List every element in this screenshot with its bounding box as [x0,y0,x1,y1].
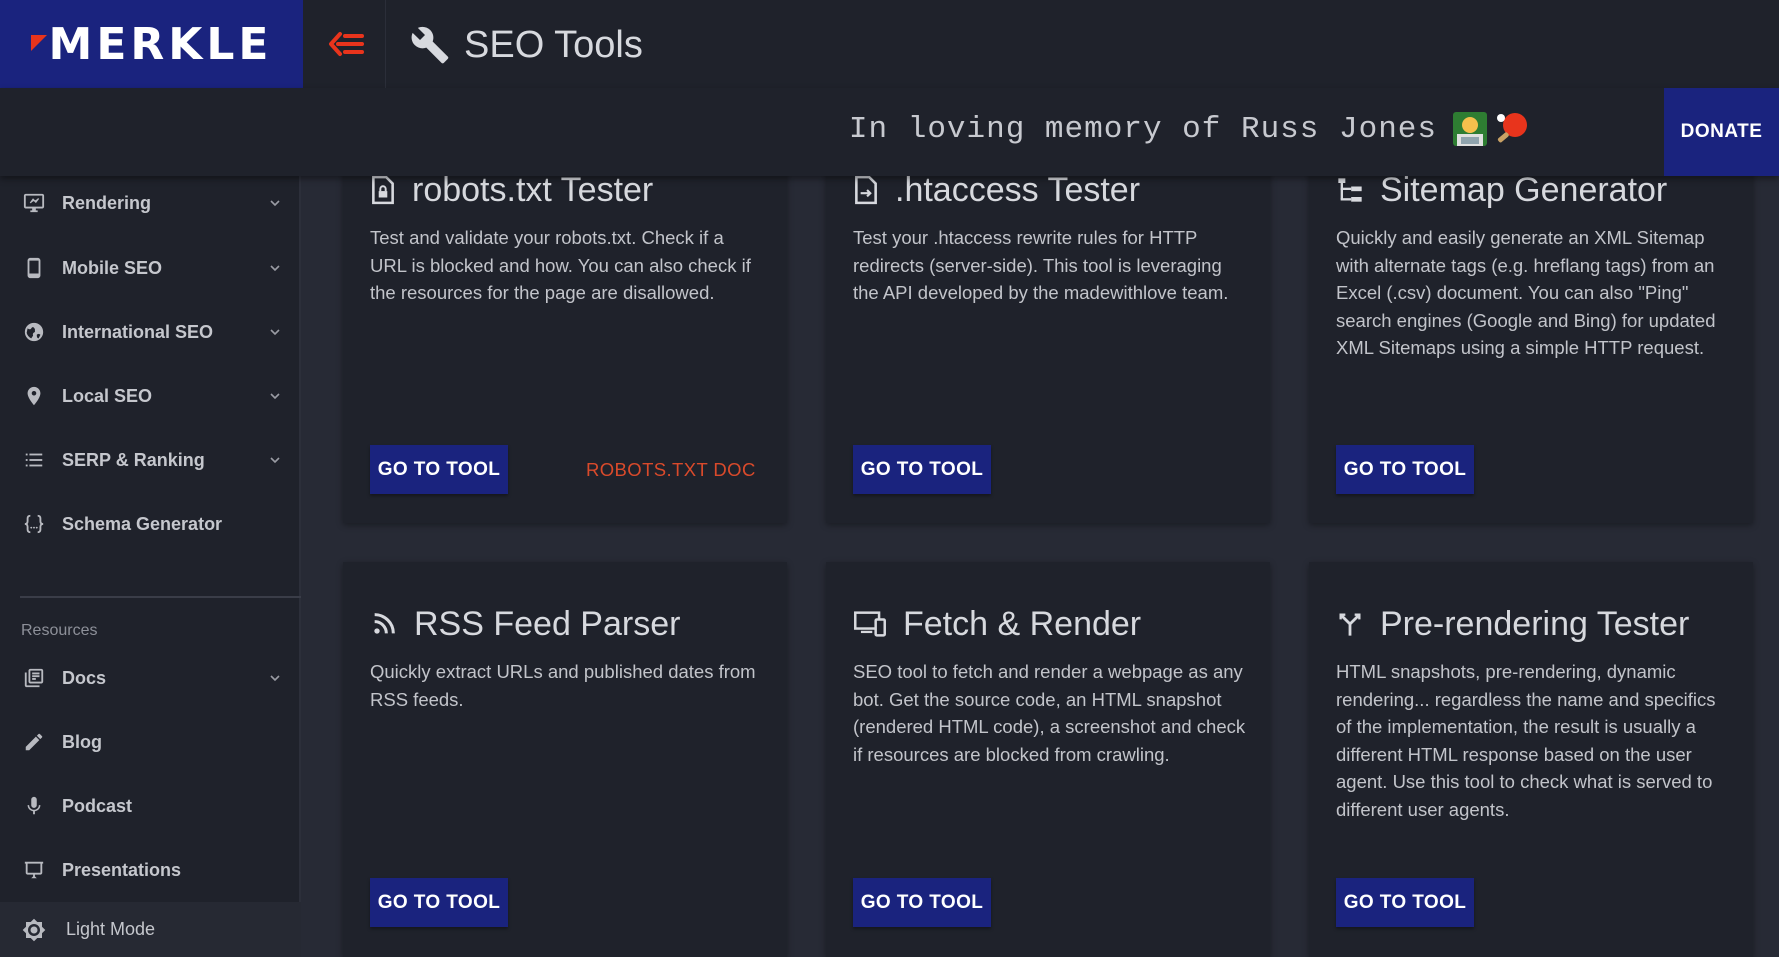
go-to-tool-button[interactable]: GO TO TOOL [370,445,508,494]
chevron-down-icon [268,453,282,467]
card-description: SEO tool to fetch and render a webpage a… [853,661,1246,765]
wrench-icon [411,26,449,64]
memorial-emoji [1451,110,1531,148]
card-description: Quickly and easily generate an XML Sitem… [1336,227,1716,358]
sidebar-item-label: Podcast [62,795,133,816]
chevron-down-icon [268,261,282,275]
sidebar-item-schema-generator[interactable]: Schema Generator [0,496,301,552]
go-to-tool-button[interactable]: GO TO TOOL [1336,445,1474,494]
card-description: Test and validate your robots.txt. Check… [370,227,751,303]
resources-heading: Resources [21,622,98,639]
sidebar-item-serp-ranking[interactable]: SERP & Ranking [0,432,301,488]
card-title-group: Sitemap Generator [1336,170,1667,210]
sidebar-item-docs[interactable]: Docs [0,650,301,706]
sidebar-item-presentations[interactable]: Presentations [0,842,301,898]
collapse-arrow-icon [329,32,364,56]
file-redirect-icon [855,175,877,205]
chevron-down-icon [268,671,282,685]
sidebar-item-local-seo[interactable]: Local SEO [0,368,301,424]
tool-card-prerendering: Pre-rendering Tester HTML snapshots, pre… [1309,562,1753,957]
sidebar-item-label: Schema Generator [62,513,223,534]
card-title: Pre-rendering Tester [1380,604,1690,643]
card-title: robots.txt Tester [412,170,654,209]
sidebar-item-rendering[interactable]: Rendering [0,175,301,231]
globe-icon [22,320,46,344]
chevron-down-icon [268,325,282,339]
brightness-icon [22,918,46,942]
memorial-text: In loving memory of Russ Jones [848,111,1437,147]
ping-pong-emoji-icon [1497,113,1527,143]
memorial-bar: In loving memory of Russ Jones DONATE [0,88,1779,176]
card-title: Sitemap Generator [1380,170,1668,209]
chevron-down-icon [268,196,282,210]
sidebar-divider [20,596,301,598]
devices-icon [854,611,886,637]
memorial-text-group: In loving memory of Russ Jones [849,110,1531,148]
go-to-tool-button[interactable]: GO TO TOOL [1336,878,1474,927]
card-title: .htaccess Tester [895,170,1141,209]
technologist-emoji-icon [1453,112,1487,146]
sidebar-item-label: Docs [62,667,107,688]
top-header: MERKLE SEO Tools [0,0,1779,88]
card-description: Quickly extract URLs and published dates… [370,661,756,710]
donate-button[interactable]: DONATE [1664,88,1779,176]
sidebar-item-blog[interactable]: Blog [0,714,301,770]
go-to-tool-button[interactable]: GO TO TOOL [370,878,508,927]
sidebar-item-label: Local SEO [62,385,153,406]
tool-card-fetch-render: Fetch & Render SEO tool to fetch and ren… [826,562,1270,957]
sidebar-item-label: International SEO [62,321,214,342]
rss-icon [374,613,395,634]
card-title-group: robots.txt Tester [370,170,653,210]
merkle-logo[interactable]: MERKLE [0,0,303,88]
light-mode-label: Light Mode [66,919,156,939]
presentation-icon [22,858,46,882]
light-mode-toggle[interactable]: Light Mode [0,902,301,957]
card-title-group: .htaccess Tester [853,170,1140,210]
card-description: Test your .htaccess rewrite rules for HT… [853,227,1229,303]
sidebar-item-mobile-seo[interactable]: Mobile SEO [0,240,301,296]
card-title: Fetch & Render [903,604,1142,643]
go-to-tool-button[interactable]: GO TO TOOL [853,878,991,927]
card-title-group: Fetch & Render [853,604,1141,644]
sidebar-item-label: Blog [62,731,102,752]
sidebar-item-podcast[interactable]: Podcast [0,778,301,834]
library-icon [22,666,46,690]
sidebar: Rendering Mobile SEO International SEO L… [0,176,301,957]
sidebar-item-label: Mobile SEO [62,257,163,278]
file-lock-icon [372,175,394,205]
microphone-icon [22,794,46,818]
list-icon [22,448,46,472]
location-pin-icon [22,384,46,408]
sitemap-icon [1338,178,1362,202]
card-title-group: RSS Feed Parser [370,604,680,644]
page-title: SEO Tools [464,23,643,66]
header-divider [385,0,386,88]
sidebar-item-label: Presentations [62,859,182,880]
sidebar-item-label: Rendering [62,192,152,213]
sidebar-item-label: SERP & Ranking [62,449,205,470]
card-description: HTML snapshots, pre-rendering, dynamic r… [1336,661,1716,820]
card-title-group: Pre-rendering Tester [1336,604,1689,644]
tool-card-rss: RSS Feed Parser Quickly extract URLs and… [343,562,787,957]
go-to-tool-button[interactable]: GO TO TOOL [853,445,991,494]
merge-icon [1339,613,1361,636]
collapse-sidebar-button[interactable] [326,24,366,64]
sidebar-item-international-seo[interactable]: International SEO [0,304,301,360]
logo-text: MERKLE [30,19,273,70]
card-title: RSS Feed Parser [414,604,681,643]
page-title-group: SEO Tools [410,20,643,70]
pencil-icon [22,730,46,754]
phone-icon [22,256,46,280]
monitor-icon [22,191,46,215]
braces-icon [22,512,46,536]
robots-doc-link[interactable]: ROBOTS.TXT DOC [586,459,756,481]
chevron-down-icon [268,389,282,403]
